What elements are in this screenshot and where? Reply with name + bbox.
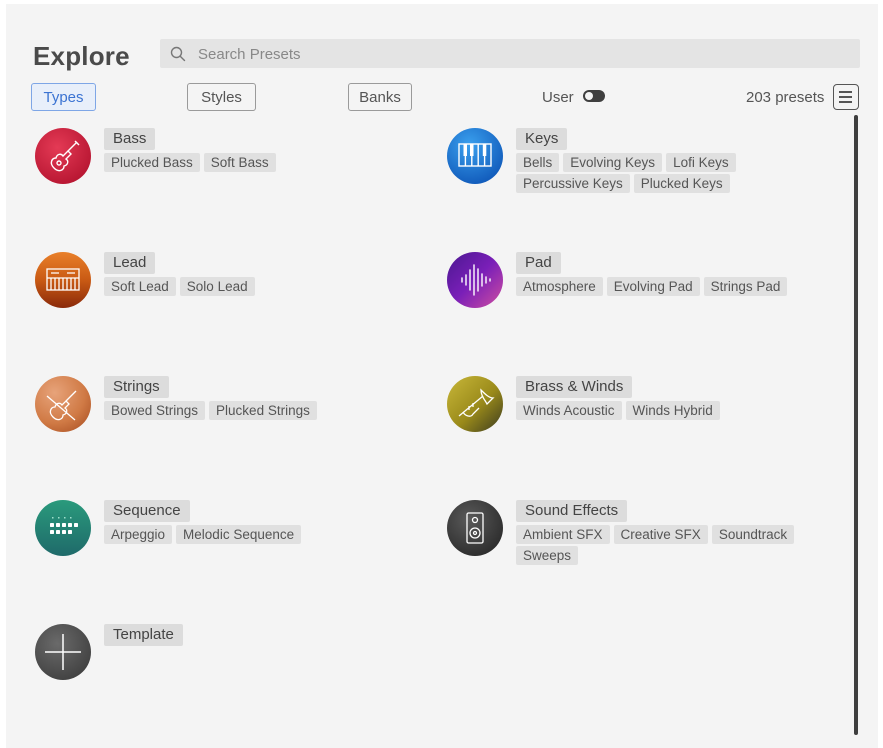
tag-chip[interactable]: Melodic Sequence (176, 525, 302, 544)
tag-chip[interactable]: Evolving Keys (563, 153, 663, 172)
synthesizer-icon (35, 252, 91, 308)
tag-list: Soft Lead Solo Lead (104, 277, 434, 298)
tag-list: Bells Evolving Keys Lofi Keys Percussive Ke… (516, 153, 846, 195)
tag-list: Bowed Strings Plucked Strings (104, 401, 434, 422)
user-filter-toggle[interactable] (583, 90, 605, 102)
page-title: Explore (33, 41, 130, 71)
tag-chip[interactable]: Ambient SFX (516, 525, 610, 544)
explore-panel: Explore Types Styles Banks User 203 pres… (6, 4, 878, 748)
tag-chip[interactable]: Percussive Keys (516, 174, 630, 193)
tag-chip[interactable]: Winds Acoustic (516, 401, 622, 420)
menu-icon (839, 91, 852, 93)
tab-banks[interactable]: Banks (348, 83, 412, 111)
waveform-icon (447, 252, 503, 308)
tag-chip[interactable]: Evolving Pad (606, 277, 700, 296)
trumpet-icon (447, 376, 503, 432)
tag-chip[interactable]: Arpeggio (104, 525, 173, 544)
search-bar[interactable] (160, 39, 860, 70)
scrollbar-thumb[interactable] (854, 115, 858, 735)
tag-chip[interactable]: Creative SFX (613, 525, 708, 544)
tag-chip[interactable]: Soft Bass (203, 153, 276, 172)
scrollbar[interactable] (854, 115, 858, 735)
tab-types[interactable]: Types (31, 83, 96, 111)
tab-styles[interactable]: Styles (187, 83, 256, 111)
tag-chip[interactable]: Strings Pad (703, 277, 788, 296)
toggle-knob (585, 92, 593, 100)
tag-chip[interactable]: Plucked Strings (209, 401, 317, 420)
violin-icon (35, 376, 91, 432)
tag-chip[interactable]: Atmosphere (516, 277, 603, 296)
bass-guitar-icon (35, 128, 91, 184)
category-name[interactable]: Keys (516, 128, 568, 150)
tag-list: Atmosphere Evolving Pad Strings Pad (516, 277, 846, 298)
tag-list: Arpeggio Melodic Sequence (104, 525, 434, 546)
search-input[interactable] (196, 39, 850, 70)
speaker-icon (447, 500, 503, 556)
tag-chip[interactable]: Solo Lead (179, 277, 255, 296)
menu-icon-line (839, 101, 852, 103)
tag-chip[interactable]: Bowed Strings (104, 401, 206, 420)
category-name[interactable]: Brass & Winds (516, 376, 633, 398)
menu-icon-line (839, 96, 852, 98)
category-name[interactable]: Strings (104, 376, 169, 398)
user-filter-label: User (542, 89, 574, 106)
tag-chip[interactable]: Winds Hybrid (625, 401, 720, 420)
category-name[interactable]: Sound Effects (516, 500, 628, 522)
tag-chip[interactable]: Lofi Keys (666, 153, 736, 172)
tag-chip[interactable]: Plucked Keys (633, 174, 730, 193)
category-name[interactable]: Bass (104, 128, 156, 150)
tag-chip[interactable]: Soft Lead (104, 277, 176, 296)
category-name[interactable]: Sequence (104, 500, 190, 522)
piano-keys-icon (447, 128, 503, 184)
tag-list: Ambient SFX Creative SFX Soundtrack Sweeps (516, 525, 846, 567)
list-view-button[interactable] (833, 84, 859, 110)
search-icon (170, 46, 186, 62)
tag-list: Plucked Bass Soft Bass (104, 153, 434, 174)
plus-icon (35, 624, 91, 680)
tag-chip[interactable]: Soundtrack (711, 525, 795, 544)
step-sequencer-icon (35, 500, 91, 556)
category-name[interactable]: Pad (516, 252, 561, 274)
category-name[interactable]: Template (104, 624, 183, 646)
tag-chip[interactable]: Plucked Bass (104, 153, 200, 172)
tag-list: Winds Acoustic Winds Hybrid (516, 401, 846, 422)
tag-chip[interactable]: Bells (516, 153, 560, 172)
category-name[interactable]: Lead (104, 252, 156, 274)
preset-count: 203 presets (746, 89, 825, 106)
tag-chip[interactable]: Sweeps (516, 546, 579, 565)
